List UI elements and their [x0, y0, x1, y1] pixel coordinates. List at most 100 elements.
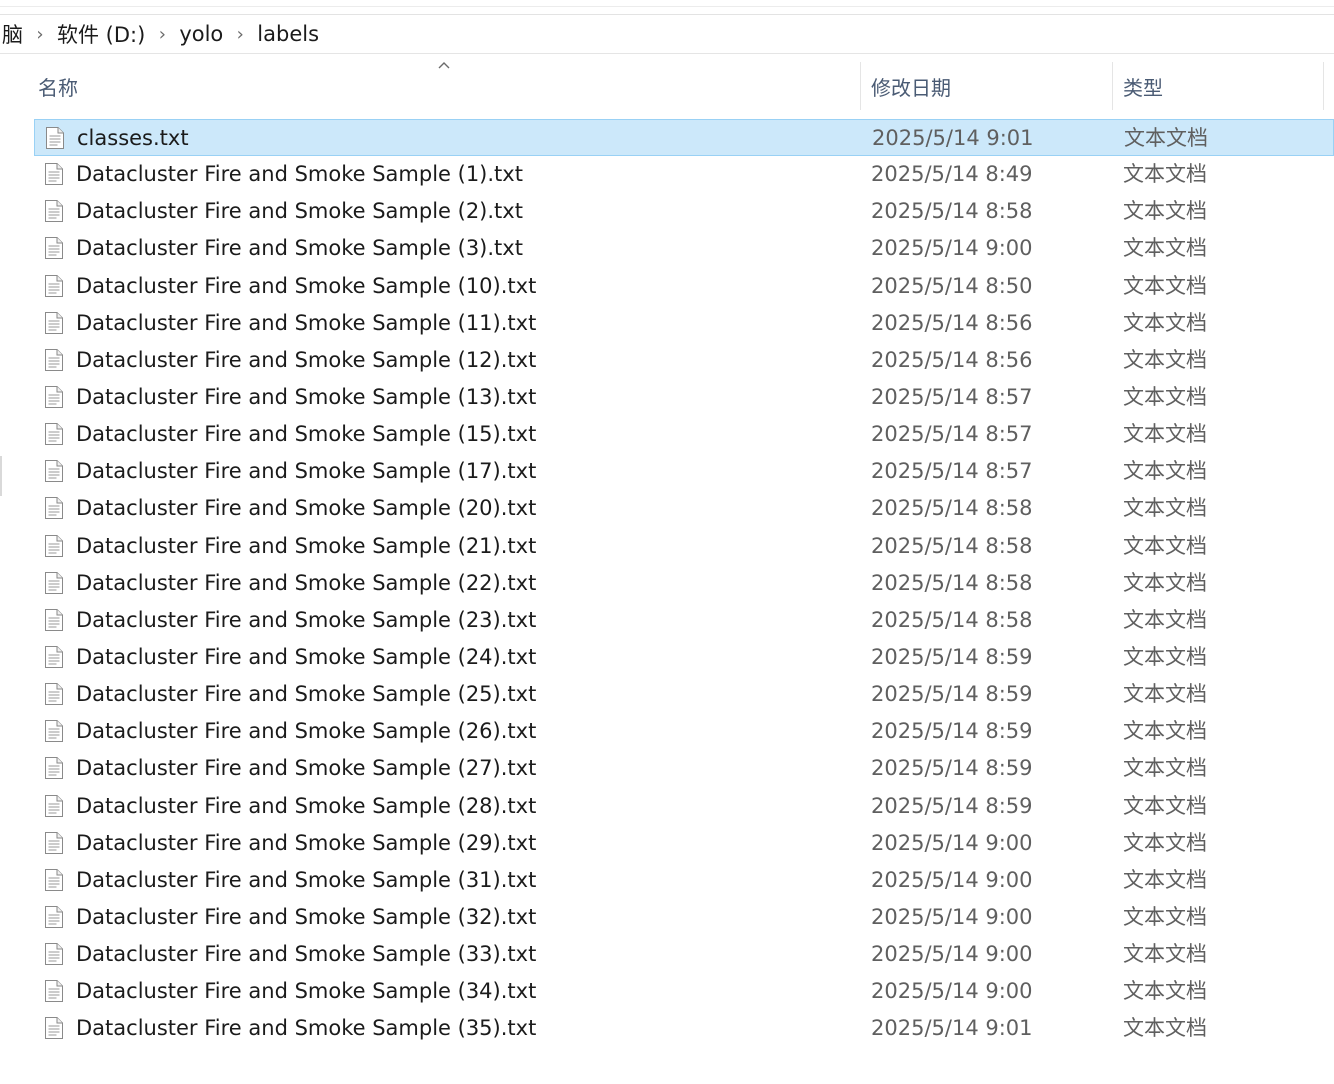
- file-modified-date: 2025/5/14 8:56: [871, 310, 1033, 335]
- file-row[interactable]: Datacluster Fire and Smoke Sample (31).t…: [34, 862, 1334, 899]
- file-type: 文本文档: [1123, 756, 1207, 781]
- file-row[interactable]: Datacluster Fire and Smoke Sample (3).tx…: [34, 230, 1334, 267]
- file-name: Datacluster Fire and Smoke Sample (2).tx…: [76, 199, 523, 224]
- text-file-icon: [44, 311, 64, 335]
- file-name: Datacluster Fire and Smoke Sample (22).t…: [76, 570, 537, 595]
- breadcrumb-item-yolo[interactable]: yolo: [177, 22, 225, 46]
- column-divider[interactable]: [860, 62, 861, 110]
- file-row[interactable]: Datacluster Fire and Smoke Sample (13).t…: [34, 379, 1334, 416]
- file-type: 文本文档: [1123, 867, 1207, 892]
- file-type: 文本文档: [1123, 422, 1207, 447]
- column-header-date[interactable]: 修改日期: [871, 58, 1111, 114]
- file-row[interactable]: Datacluster Fire and Smoke Sample (10).t…: [34, 268, 1334, 305]
- file-modified-date: 2025/5/14 8:59: [871, 756, 1033, 781]
- file-list: classes.txt 2025/5/14 9:01 文本文档 Datacluster…: [34, 119, 1334, 1048]
- file-type: 文本文档: [1123, 570, 1207, 595]
- chevron-right-icon[interactable]: ›: [225, 24, 255, 45]
- file-type: 文本文档: [1123, 384, 1207, 409]
- file-row[interactable]: Datacluster Fire and Smoke Sample (27).t…: [34, 750, 1334, 787]
- file-row[interactable]: Datacluster Fire and Smoke Sample (29).t…: [34, 825, 1334, 862]
- file-modified-date: 2025/5/14 8:59: [871, 719, 1033, 744]
- file-name: Datacluster Fire and Smoke Sample (33).t…: [76, 942, 537, 967]
- file-type: 文本文档: [1123, 162, 1207, 187]
- file-row[interactable]: Datacluster Fire and Smoke Sample (20).t…: [34, 490, 1334, 527]
- column-header-type[interactable]: 类型: [1123, 58, 1323, 114]
- file-modified-date: 2025/5/14 8:58: [871, 533, 1033, 558]
- file-name: Datacluster Fire and Smoke Sample (20).t…: [76, 496, 537, 521]
- file-modified-date: 2025/5/14 9:00: [871, 867, 1033, 892]
- text-file-icon: [44, 236, 64, 260]
- file-modified-date: 2025/5/14 8:57: [871, 459, 1033, 484]
- file-type: 文本文档: [1123, 533, 1207, 558]
- breadcrumb-item-labels[interactable]: labels: [255, 22, 321, 46]
- text-file-icon: [44, 162, 64, 186]
- file-row[interactable]: Datacluster Fire and Smoke Sample (2).tx…: [34, 193, 1334, 230]
- file-modified-date: 2025/5/14 9:01: [871, 1016, 1033, 1041]
- file-row[interactable]: Datacluster Fire and Smoke Sample (34).t…: [34, 973, 1334, 1010]
- file-row[interactable]: Datacluster Fire and Smoke Sample (23).t…: [34, 602, 1334, 639]
- file-row[interactable]: Datacluster Fire and Smoke Sample (32).t…: [34, 899, 1334, 936]
- file-name: Datacluster Fire and Smoke Sample (11).t…: [76, 310, 537, 335]
- column-header-type-label: 类型: [1123, 75, 1163, 100]
- file-name: classes.txt: [77, 126, 189, 150]
- file-name: Datacluster Fire and Smoke Sample (34).t…: [76, 979, 537, 1004]
- file-name: Datacluster Fire and Smoke Sample (29).t…: [76, 830, 537, 855]
- file-type: 文本文档: [1123, 310, 1207, 335]
- text-file-icon: [44, 496, 64, 520]
- file-name: Datacluster Fire and Smoke Sample (15).t…: [76, 422, 537, 447]
- file-type: 文本文档: [1123, 979, 1207, 1004]
- file-name: Datacluster Fire and Smoke Sample (1).tx…: [76, 162, 523, 187]
- file-name: Datacluster Fire and Smoke Sample (27).t…: [76, 756, 537, 781]
- chevron-right-icon[interactable]: ›: [147, 24, 177, 45]
- file-row[interactable]: Datacluster Fire and Smoke Sample (1).tx…: [34, 156, 1334, 193]
- file-modified-date: 2025/5/14 9:00: [871, 236, 1033, 261]
- file-row[interactable]: Datacluster Fire and Smoke Sample (12).t…: [34, 342, 1334, 379]
- file-type: 文本文档: [1123, 273, 1207, 298]
- file-type: 文本文档: [1123, 644, 1207, 669]
- file-type: 文本文档: [1123, 496, 1207, 521]
- text-file-icon: [44, 422, 64, 446]
- text-file-icon: [44, 868, 64, 892]
- file-type: 文本文档: [1123, 199, 1207, 224]
- file-type: 文本文档: [1123, 830, 1207, 855]
- text-file-icon: [45, 126, 65, 150]
- text-file-icon: [44, 199, 64, 223]
- file-row[interactable]: classes.txt 2025/5/14 9:01 文本文档: [34, 119, 1334, 157]
- text-file-icon: [44, 794, 64, 818]
- file-row[interactable]: Datacluster Fire and Smoke Sample (11).t…: [34, 305, 1334, 342]
- file-row[interactable]: Datacluster Fire and Smoke Sample (26).t…: [34, 713, 1334, 750]
- file-name: Datacluster Fire and Smoke Sample (23).t…: [76, 607, 537, 632]
- file-row[interactable]: Datacluster Fire and Smoke Sample (35).t…: [34, 1010, 1334, 1047]
- file-row[interactable]: Datacluster Fire and Smoke Sample (17).t…: [34, 453, 1334, 490]
- text-file-icon: [44, 942, 64, 966]
- file-type: 文本文档: [1123, 793, 1207, 818]
- file-row[interactable]: Datacluster Fire and Smoke Sample (22).t…: [34, 565, 1334, 602]
- breadcrumb[interactable]: 脑 › 软件 (D:) › yolo › labels: [0, 15, 1334, 54]
- file-row[interactable]: Datacluster Fire and Smoke Sample (15).t…: [34, 416, 1334, 453]
- file-type: 文本文档: [1123, 459, 1207, 484]
- file-name: Datacluster Fire and Smoke Sample (32).t…: [76, 904, 537, 929]
- file-modified-date: 2025/5/14 8:50: [871, 273, 1033, 298]
- breadcrumb-item-drive-d[interactable]: 软件 (D:): [55, 19, 147, 49]
- file-modified-date: 2025/5/14 8:58: [871, 199, 1033, 224]
- file-row[interactable]: Datacluster Fire and Smoke Sample (21).t…: [34, 528, 1334, 565]
- file-name: Datacluster Fire and Smoke Sample (31).t…: [76, 867, 537, 892]
- file-name: Datacluster Fire and Smoke Sample (17).t…: [76, 459, 537, 484]
- text-file-icon: [44, 608, 64, 632]
- text-file-icon: [44, 274, 64, 298]
- file-row[interactable]: Datacluster Fire and Smoke Sample (33).t…: [34, 936, 1334, 973]
- file-row[interactable]: Datacluster Fire and Smoke Sample (28).t…: [34, 788, 1334, 825]
- file-modified-date: 2025/5/14 9:01: [872, 126, 1034, 150]
- breadcrumb-item-computer[interactable]: 脑: [0, 19, 25, 49]
- file-modified-date: 2025/5/14 8:58: [871, 570, 1033, 595]
- file-row[interactable]: Datacluster Fire and Smoke Sample (24).t…: [34, 639, 1334, 676]
- file-modified-date: 2025/5/14 8:58: [871, 496, 1033, 521]
- nav-pane-edge[interactable]: [0, 456, 2, 496]
- top-divider: [0, 6, 1334, 7]
- column-header-name[interactable]: 名称: [38, 58, 858, 114]
- file-row[interactable]: Datacluster Fire and Smoke Sample (25).t…: [34, 676, 1334, 713]
- column-divider[interactable]: [1112, 62, 1113, 110]
- column-divider[interactable]: [1323, 62, 1324, 110]
- file-modified-date: 2025/5/14 8:57: [871, 422, 1033, 447]
- chevron-right-icon[interactable]: ›: [25, 24, 55, 45]
